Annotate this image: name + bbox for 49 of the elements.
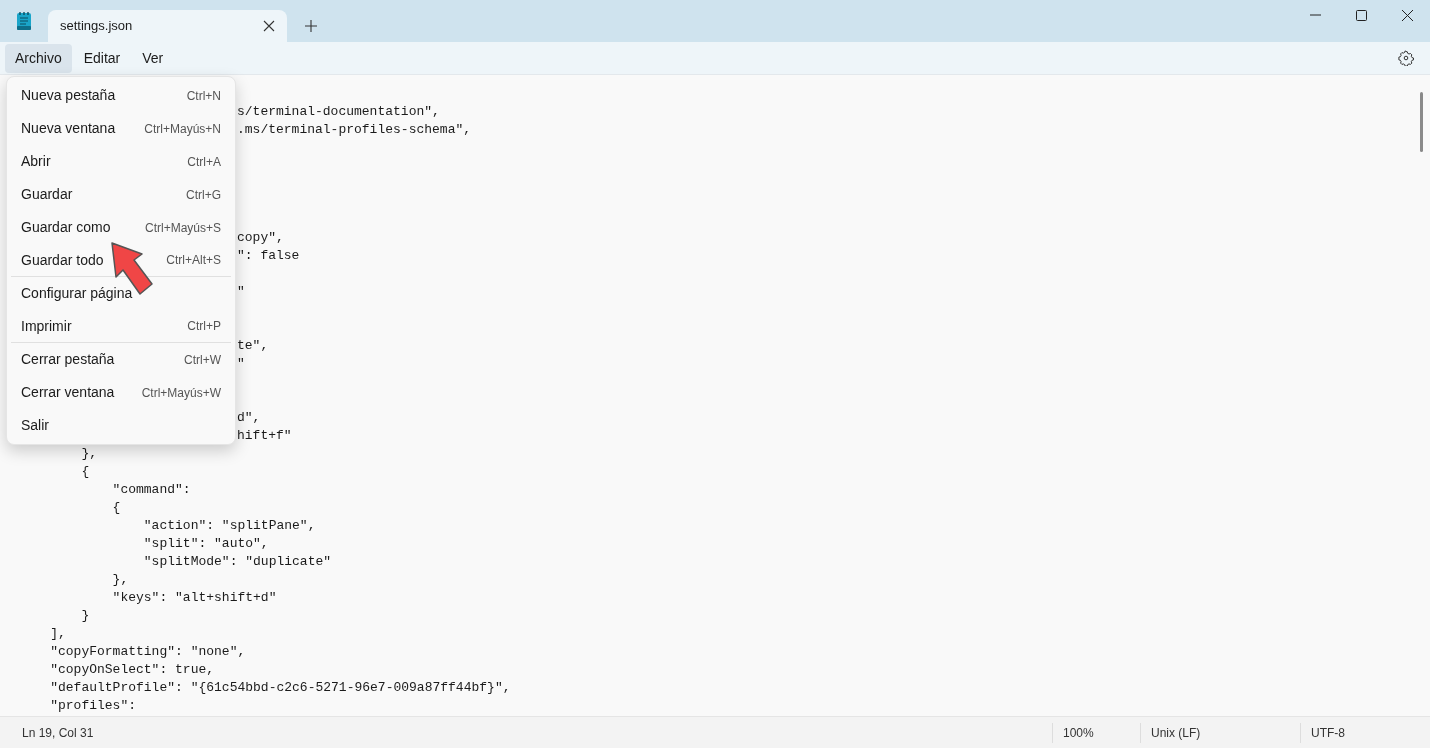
menu-option[interactable]: Cerrar pestaña Ctrl+W xyxy=(11,343,231,376)
close-icon[interactable] xyxy=(263,20,275,32)
code-line: s/terminal-documentation", xyxy=(237,104,440,119)
menu-option[interactable]: Imprimir Ctrl+P xyxy=(11,310,231,343)
menu-option[interactable]: Nueva ventana Ctrl+Mayús+N xyxy=(11,112,231,145)
minimize-icon[interactable] xyxy=(1309,14,1321,16)
close-icon[interactable] xyxy=(1401,9,1413,21)
menu-option[interactable]: Guardar Ctrl+G xyxy=(11,178,231,211)
code-line: { xyxy=(111,500,121,515)
settings-icon[interactable] xyxy=(1398,50,1414,66)
code-line: }, xyxy=(111,572,129,587)
cursor-position: Ln 19, Col 31 xyxy=(22,724,94,742)
code-line: ": false xyxy=(237,248,300,263)
code-line: copy", xyxy=(237,230,284,245)
tab-title: settings.json xyxy=(60,17,133,36)
code-line: "copyFormatting": "none", xyxy=(49,644,246,659)
menu-option[interactable]: Salir xyxy=(11,409,231,442)
code-line: .ms/terminal-profiles-schema", xyxy=(237,122,472,137)
menu-option[interactable]: Abrir Ctrl+A xyxy=(11,145,231,178)
code-line: "keys": "alt+shift+d" xyxy=(111,590,277,605)
code-line: } xyxy=(80,608,90,623)
code-line: hift+f" xyxy=(237,428,292,443)
code-line: "action": "splitPane", xyxy=(142,518,316,533)
file-tab[interactable]: settings.json xyxy=(48,10,287,42)
code-line: "split": "auto", xyxy=(142,536,269,551)
line-ending: Unix (LF) xyxy=(1151,724,1201,742)
code-line: "command": xyxy=(111,482,191,497)
menu-option[interactable]: Nueva pestaña Ctrl+N xyxy=(11,79,231,112)
menu-item[interactable]: Archivo xyxy=(5,43,72,73)
code-line: te", xyxy=(237,338,269,353)
notepad-icon xyxy=(16,11,32,31)
encoding: UTF-8 xyxy=(1311,724,1345,742)
plus-icon[interactable] xyxy=(305,20,317,32)
menu-option[interactable]: Guardar como Ctrl+Mayús+S xyxy=(11,211,231,244)
maximize-icon[interactable] xyxy=(1355,9,1367,21)
code-line: "splitMode": "duplicate" xyxy=(142,554,332,569)
code-line: }, xyxy=(80,446,97,461)
zoom-level: 100% xyxy=(1063,724,1094,742)
code-line: d", xyxy=(237,410,261,425)
menu-option[interactable]: Cerrar ventana Ctrl+Mayús+W xyxy=(11,376,231,409)
code-line: "copyOnSelect": true, xyxy=(49,662,215,677)
code-line: ], xyxy=(49,626,66,641)
code-line: "defaultProfile": "{61c54bbd-c2c6-5271-96e7-009a87ff44bf}", xyxy=(49,680,511,695)
menu-option[interactable]: Configurar página xyxy=(11,277,231,310)
code-line: { xyxy=(80,464,90,479)
scrollbar-thumb[interactable] xyxy=(1420,92,1423,152)
code-line: "profiles": xyxy=(49,698,137,713)
code-line: " xyxy=(237,284,245,299)
code-line: " xyxy=(237,356,245,371)
